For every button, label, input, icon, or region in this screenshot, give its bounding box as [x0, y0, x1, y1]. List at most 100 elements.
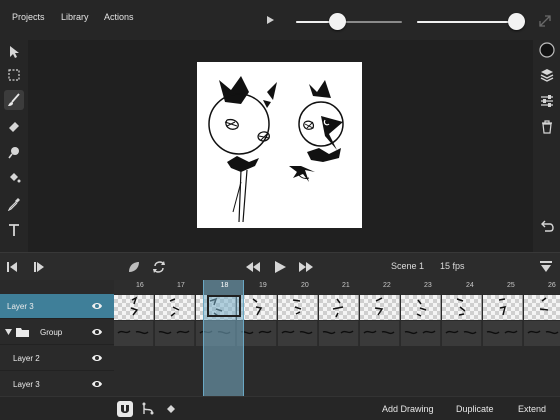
opacity-knob[interactable]: [508, 13, 525, 30]
text-icon: [9, 224, 19, 236]
loop-button[interactable]: [151, 259, 167, 275]
timeline-toggle-button[interactable]: [538, 259, 554, 275]
expand-icon[interactable]: [538, 14, 552, 28]
eye-icon[interactable]: [91, 301, 103, 311]
layer-row-layer-3-sub[interactable]: Layer 3: [0, 372, 114, 397]
frame-cell[interactable]: [524, 321, 560, 346]
left-toolbar: [0, 40, 28, 252]
keyframe-button[interactable]: [163, 401, 179, 417]
drawing-canvas[interactable]: [197, 62, 362, 228]
frame-cell[interactable]: [442, 321, 482, 346]
actions-menu[interactable]: Actions: [104, 12, 134, 22]
timeline: 16 17 19 20 21 22 23 24 25 26 Layer 3 Gr…: [0, 280, 560, 397]
duplicate-button[interactable]: Duplicate: [456, 404, 494, 414]
frame-number: 16: [136, 282, 144, 289]
frame-number: 19: [259, 282, 267, 289]
next-frame-button[interactable]: [31, 259, 47, 275]
frame-cell[interactable]: [155, 295, 195, 320]
drawing-artwork: [208, 76, 344, 223]
frame-cell[interactable]: [360, 295, 400, 320]
loop-icon: [153, 261, 165, 273]
frame-cell[interactable]: [442, 295, 482, 320]
eyedropper-icon: [7, 198, 20, 211]
trash-button[interactable]: [537, 117, 557, 137]
opacity-slider[interactable]: [417, 13, 525, 30]
fill-tool[interactable]: [4, 168, 24, 188]
frame-cell[interactable]: [319, 321, 359, 346]
layer-row-layer-2[interactable]: Layer 2: [0, 346, 114, 371]
extend-button[interactable]: Extend: [518, 404, 546, 414]
add-drawing-button[interactable]: Add Drawing: [382, 404, 434, 414]
eye-icon[interactable]: [91, 379, 103, 389]
onion-skin-button[interactable]: [126, 259, 142, 275]
eye-icon[interactable]: [91, 327, 103, 337]
snap-button[interactable]: [117, 401, 133, 417]
frame-cell[interactable]: [483, 295, 523, 320]
frame-row-layer-3: [114, 294, 560, 320]
playback-bar: Scene 1 15 fps: [0, 252, 560, 280]
layers-button[interactable]: [537, 65, 557, 85]
eye-icon[interactable]: [91, 353, 103, 363]
frame-cell[interactable]: [401, 321, 441, 346]
frame-cell[interactable]: [114, 321, 154, 346]
frame-cell[interactable]: [319, 295, 359, 320]
top-bar: Projects Library Actions: [0, 0, 560, 40]
eyedropper-tool[interactable]: [4, 194, 24, 214]
smudge-icon: [8, 147, 19, 159]
frame-number: 22: [383, 282, 391, 289]
frame-cell[interactable]: [278, 321, 318, 346]
color-swatch[interactable]: [537, 40, 557, 60]
rewind-button[interactable]: [245, 259, 261, 275]
text-tool[interactable]: [4, 220, 24, 240]
leaf-icon: [129, 262, 139, 272]
frame-ruler[interactable]: 16 17 19 20 21 22 23 24 25 26: [114, 280, 560, 294]
current-frame-number: 18: [220, 282, 229, 289]
layer-name: Layer 3: [13, 380, 40, 389]
layer-name: Layer 2: [13, 354, 40, 363]
fast-forward-icon: [299, 262, 313, 272]
rewind-icon: [246, 262, 260, 272]
brush-size-knob[interactable]: [329, 13, 346, 30]
playhead[interactable]: 18: [203, 280, 244, 396]
frame-cell[interactable]: [483, 321, 523, 346]
brush-size-slider[interactable]: [296, 13, 402, 30]
previous-frame-button[interactable]: [4, 259, 20, 275]
adjust-button[interactable]: [537, 91, 557, 111]
frame-cell[interactable]: [401, 295, 441, 320]
brush-icon: [8, 93, 20, 106]
select-tool[interactable]: [4, 42, 24, 62]
frame-number: 26: [548, 282, 556, 289]
layer-row-layer-3[interactable]: Layer 3: [0, 294, 114, 319]
fast-forward-button[interactable]: [298, 259, 314, 275]
layer-name: Layer 3: [7, 302, 34, 311]
eraser-tool[interactable]: [4, 117, 24, 137]
frame-row-group: [114, 320, 560, 346]
undo-button[interactable]: [537, 217, 557, 237]
eraser-icon: [9, 122, 19, 132]
play-button[interactable]: [272, 259, 288, 275]
frame-cell[interactable]: [278, 295, 318, 320]
frame-number: 21: [342, 282, 350, 289]
undo-icon: [541, 220, 554, 232]
library-menu[interactable]: Library: [61, 12, 89, 22]
disclosure-triangle-icon[interactable]: [5, 329, 12, 335]
play-icon[interactable]: [265, 14, 275, 26]
arrow-icon: [10, 46, 19, 58]
smudge-tool[interactable]: [4, 142, 24, 162]
projects-menu[interactable]: Projects: [12, 12, 45, 22]
frame-number: 20: [301, 282, 309, 289]
frame-grid[interactable]: [114, 294, 560, 396]
frame-cell[interactable]: [360, 321, 400, 346]
scene-label[interactable]: Scene 1: [391, 261, 424, 271]
frame-cell[interactable]: [155, 321, 195, 346]
branch-button[interactable]: [140, 401, 156, 417]
fps-label[interactable]: 15 fps: [440, 261, 465, 271]
frame-cell[interactable]: [524, 295, 560, 320]
brush-tool[interactable]: [4, 90, 24, 110]
dashed-square-icon: [8, 69, 20, 81]
frame-cell[interactable]: [114, 295, 154, 320]
marquee-tool[interactable]: [4, 65, 24, 85]
layer-row-group[interactable]: Group: [0, 320, 114, 345]
collapse-down-icon: [540, 261, 552, 272]
frame-number: 24: [466, 282, 474, 289]
